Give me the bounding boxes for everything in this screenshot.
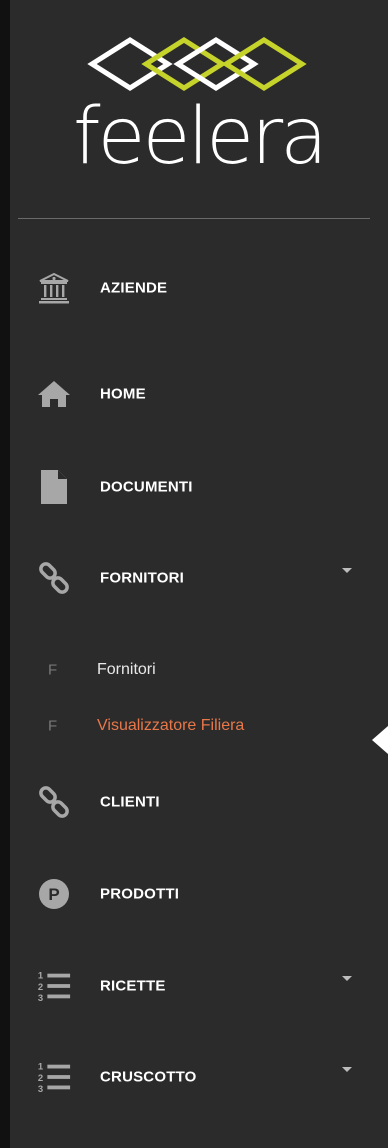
svg-text:3: 3 xyxy=(38,1084,43,1095)
ordered-list-icon: 1 2 3 xyxy=(36,968,72,1004)
nav-item-documenti[interactable]: DOCUMENTI xyxy=(10,459,388,515)
svg-text:2: 2 xyxy=(38,982,43,993)
nav-label-home: HOME xyxy=(100,385,146,403)
nav-label-documenti: DOCUMENTI xyxy=(100,478,193,496)
nav-item-aziende[interactable]: AZIENDE xyxy=(10,260,388,316)
nav-label-fornitori: FORNITORI xyxy=(100,569,185,587)
nav-label-clienti: CLIENTI xyxy=(100,793,160,811)
sub-item-fornitori[interactable]: F Fornitori xyxy=(10,650,388,690)
svg-text:3: 3 xyxy=(38,993,43,1004)
nav-item-prodotti[interactable]: P PRODOTTI xyxy=(10,866,388,922)
nav-item-fornitori[interactable]: FORNITORI xyxy=(10,550,388,606)
nav-item-cruscotto[interactable]: 1 2 3 CRUSCOTTO xyxy=(10,1049,388,1105)
sub-item-letter: F xyxy=(48,661,58,679)
ordered-list-icon: 1 2 3 xyxy=(36,1059,72,1095)
divider xyxy=(18,218,370,219)
brand-logo[interactable]: feelera xyxy=(10,0,388,218)
logo-mark-icon xyxy=(87,37,307,91)
nav-label-ricette: RICETTE xyxy=(100,977,166,995)
active-indicator xyxy=(372,726,388,754)
nav-item-ricette[interactable]: 1 2 3 RICETTE xyxy=(10,958,388,1014)
brand-name: feelera xyxy=(73,92,328,182)
home-icon xyxy=(36,376,72,412)
svg-text:P: P xyxy=(48,885,59,904)
nav-label-cruscotto: CRUSCOTTO xyxy=(100,1068,197,1086)
bank-icon xyxy=(36,270,72,306)
nav-item-home[interactable]: HOME xyxy=(10,366,388,422)
p-circle-icon: P xyxy=(36,876,72,912)
document-icon xyxy=(36,469,72,505)
link-icon xyxy=(36,784,72,820)
chevron-down-icon[interactable] xyxy=(342,976,352,981)
nav-label-aziende: AZIENDE xyxy=(100,279,168,297)
link-icon xyxy=(36,560,72,596)
chevron-down-icon[interactable] xyxy=(342,568,352,573)
svg-text:1: 1 xyxy=(38,1061,43,1072)
svg-text:2: 2 xyxy=(38,1073,43,1084)
chevron-down-icon[interactable] xyxy=(342,1067,352,1072)
svg-text:1: 1 xyxy=(38,970,43,981)
nav-item-clienti[interactable]: CLIENTI xyxy=(10,774,388,830)
sidebar: feelera AZIENDE HOME DOCUMENTI FORNITORI… xyxy=(10,0,388,1148)
nav-label-prodotti: PRODOTTI xyxy=(100,885,180,903)
sub-item-visualizzatore-filiera[interactable]: F Visualizzatore Filiera xyxy=(10,706,388,746)
sub-item-letter: F xyxy=(48,717,58,735)
sub-item-label: Visualizzatore Filiera xyxy=(97,717,245,734)
sub-item-label: Fornitori xyxy=(97,661,156,678)
